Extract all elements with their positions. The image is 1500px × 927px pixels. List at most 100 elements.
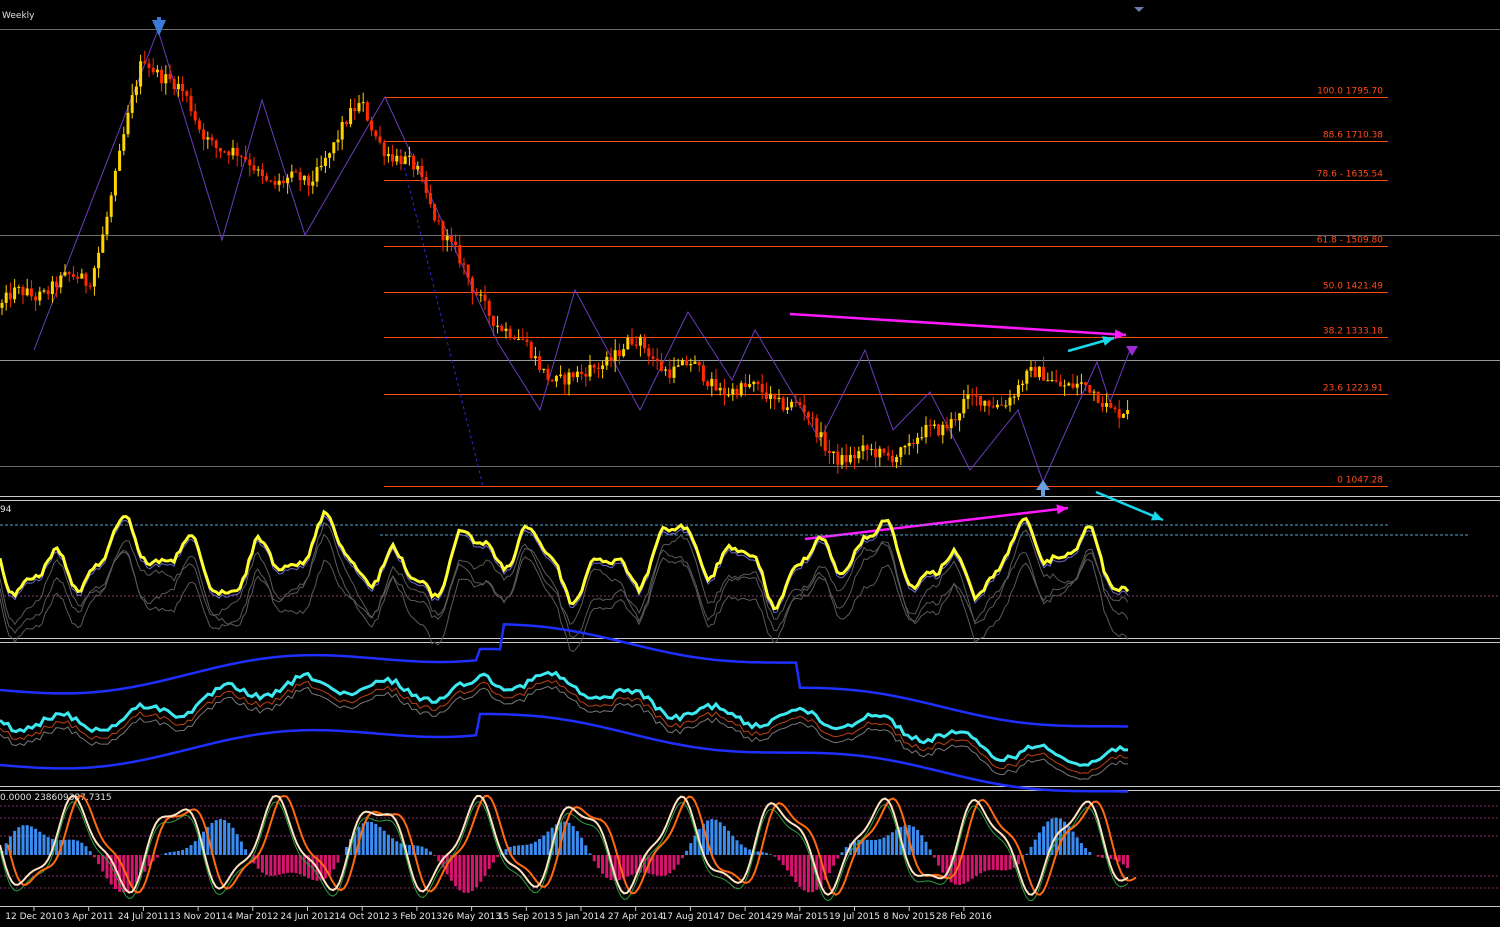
candle-body — [1096, 391, 1100, 403]
candle-body — [407, 155, 411, 157]
hist-bar — [731, 835, 735, 855]
candle-body — [798, 402, 802, 406]
candle-body — [932, 424, 936, 426]
candle-body — [613, 350, 617, 361]
candle-body — [1063, 385, 1067, 387]
hist-bar — [601, 855, 605, 874]
candle-body — [903, 445, 907, 448]
hist-bar — [328, 855, 332, 875]
hist-bar — [126, 855, 130, 892]
candle-body — [1058, 381, 1062, 387]
candle-body — [857, 451, 861, 459]
candle-body — [218, 147, 222, 152]
candle-body — [357, 103, 361, 112]
candle-body — [588, 364, 592, 377]
candle-body — [273, 181, 277, 185]
hist-bar — [374, 823, 378, 855]
candle-body — [1079, 382, 1083, 384]
candle-body — [928, 424, 932, 426]
candle-body — [105, 216, 109, 235]
hist-bar — [1000, 855, 1004, 871]
candle-body — [386, 153, 390, 157]
candle-body — [84, 273, 88, 286]
candle-body — [676, 365, 680, 367]
hist-bar — [378, 826, 382, 855]
candle-body — [1071, 383, 1075, 388]
candle-body — [353, 108, 357, 112]
candle-body — [445, 235, 449, 241]
hist-bar — [664, 855, 668, 876]
hist-bar — [420, 846, 424, 855]
candle-body — [806, 412, 810, 418]
fib-label: 38.2 1333.18 — [1323, 327, 1383, 337]
hist-bar — [991, 855, 995, 870]
candle-body — [462, 263, 466, 265]
candle-body — [840, 455, 844, 465]
hist-bar — [794, 855, 798, 882]
hist-bar — [235, 834, 239, 855]
candle-body — [521, 338, 525, 340]
hist-bar — [302, 855, 306, 877]
candle-body — [256, 169, 260, 171]
hist-bar — [928, 849, 932, 855]
hist-bar — [92, 855, 96, 858]
candle-body — [113, 170, 117, 196]
bottom-fractal-stem — [1041, 488, 1045, 497]
date-label: 17 Aug 2014 — [662, 912, 720, 922]
candle-body — [302, 175, 306, 181]
date-label: 4 Mar 2012 — [227, 912, 278, 922]
hist-bar — [1042, 826, 1046, 855]
candle-body — [374, 130, 378, 137]
hist-bar — [869, 840, 873, 855]
indicator1-value: 94 — [0, 505, 12, 515]
trading-chart[interactable]: Weekly 100.0 1795.70 88.6 1710.38 78.6 - 1… — [0, 0, 1500, 927]
candle-body — [634, 344, 638, 346]
candle-body — [328, 153, 332, 158]
candle-body — [315, 167, 319, 182]
hist-bar — [470, 855, 474, 891]
candle-body — [1126, 410, 1130, 414]
hist-bar — [1109, 855, 1113, 859]
hist-bar — [281, 855, 285, 874]
candle-body — [109, 195, 113, 217]
candle-body — [605, 356, 609, 366]
candle-body — [164, 74, 168, 84]
hist-bar — [580, 837, 584, 855]
candle-body — [727, 394, 731, 396]
candle-body — [664, 369, 668, 371]
candle-body — [554, 375, 558, 382]
hist-bar — [1029, 846, 1033, 855]
candle-body — [382, 142, 386, 157]
candle-body — [953, 419, 957, 421]
candle-body — [983, 400, 987, 406]
hist-bar — [748, 849, 752, 855]
candle-body — [802, 405, 806, 413]
hist-bar — [542, 835, 546, 855]
candle-body — [1113, 407, 1117, 410]
hist-bar — [987, 855, 991, 871]
hist-bar — [802, 855, 806, 891]
candle-body — [680, 360, 684, 366]
candle-body — [525, 339, 529, 342]
candle-body — [395, 155, 399, 162]
candle-body — [206, 137, 210, 140]
hist-bar — [937, 855, 941, 866]
candle-body — [714, 378, 718, 391]
hist-bar — [722, 826, 726, 855]
hist-bar — [386, 834, 390, 855]
candle-body — [365, 102, 369, 121]
candle-body — [907, 442, 911, 446]
candle-body — [685, 360, 689, 366]
candle-body — [844, 455, 848, 463]
candle-body — [1008, 397, 1012, 406]
hist-bar — [769, 854, 773, 855]
candle-body — [239, 155, 243, 157]
candle-body — [874, 448, 878, 458]
candle-body — [815, 417, 819, 438]
hist-bar — [395, 841, 399, 855]
hist-bar — [538, 838, 542, 855]
candle-body — [1050, 379, 1054, 381]
hist-bar — [1025, 853, 1029, 855]
hist-bar — [298, 855, 302, 875]
candle-body — [626, 337, 630, 350]
